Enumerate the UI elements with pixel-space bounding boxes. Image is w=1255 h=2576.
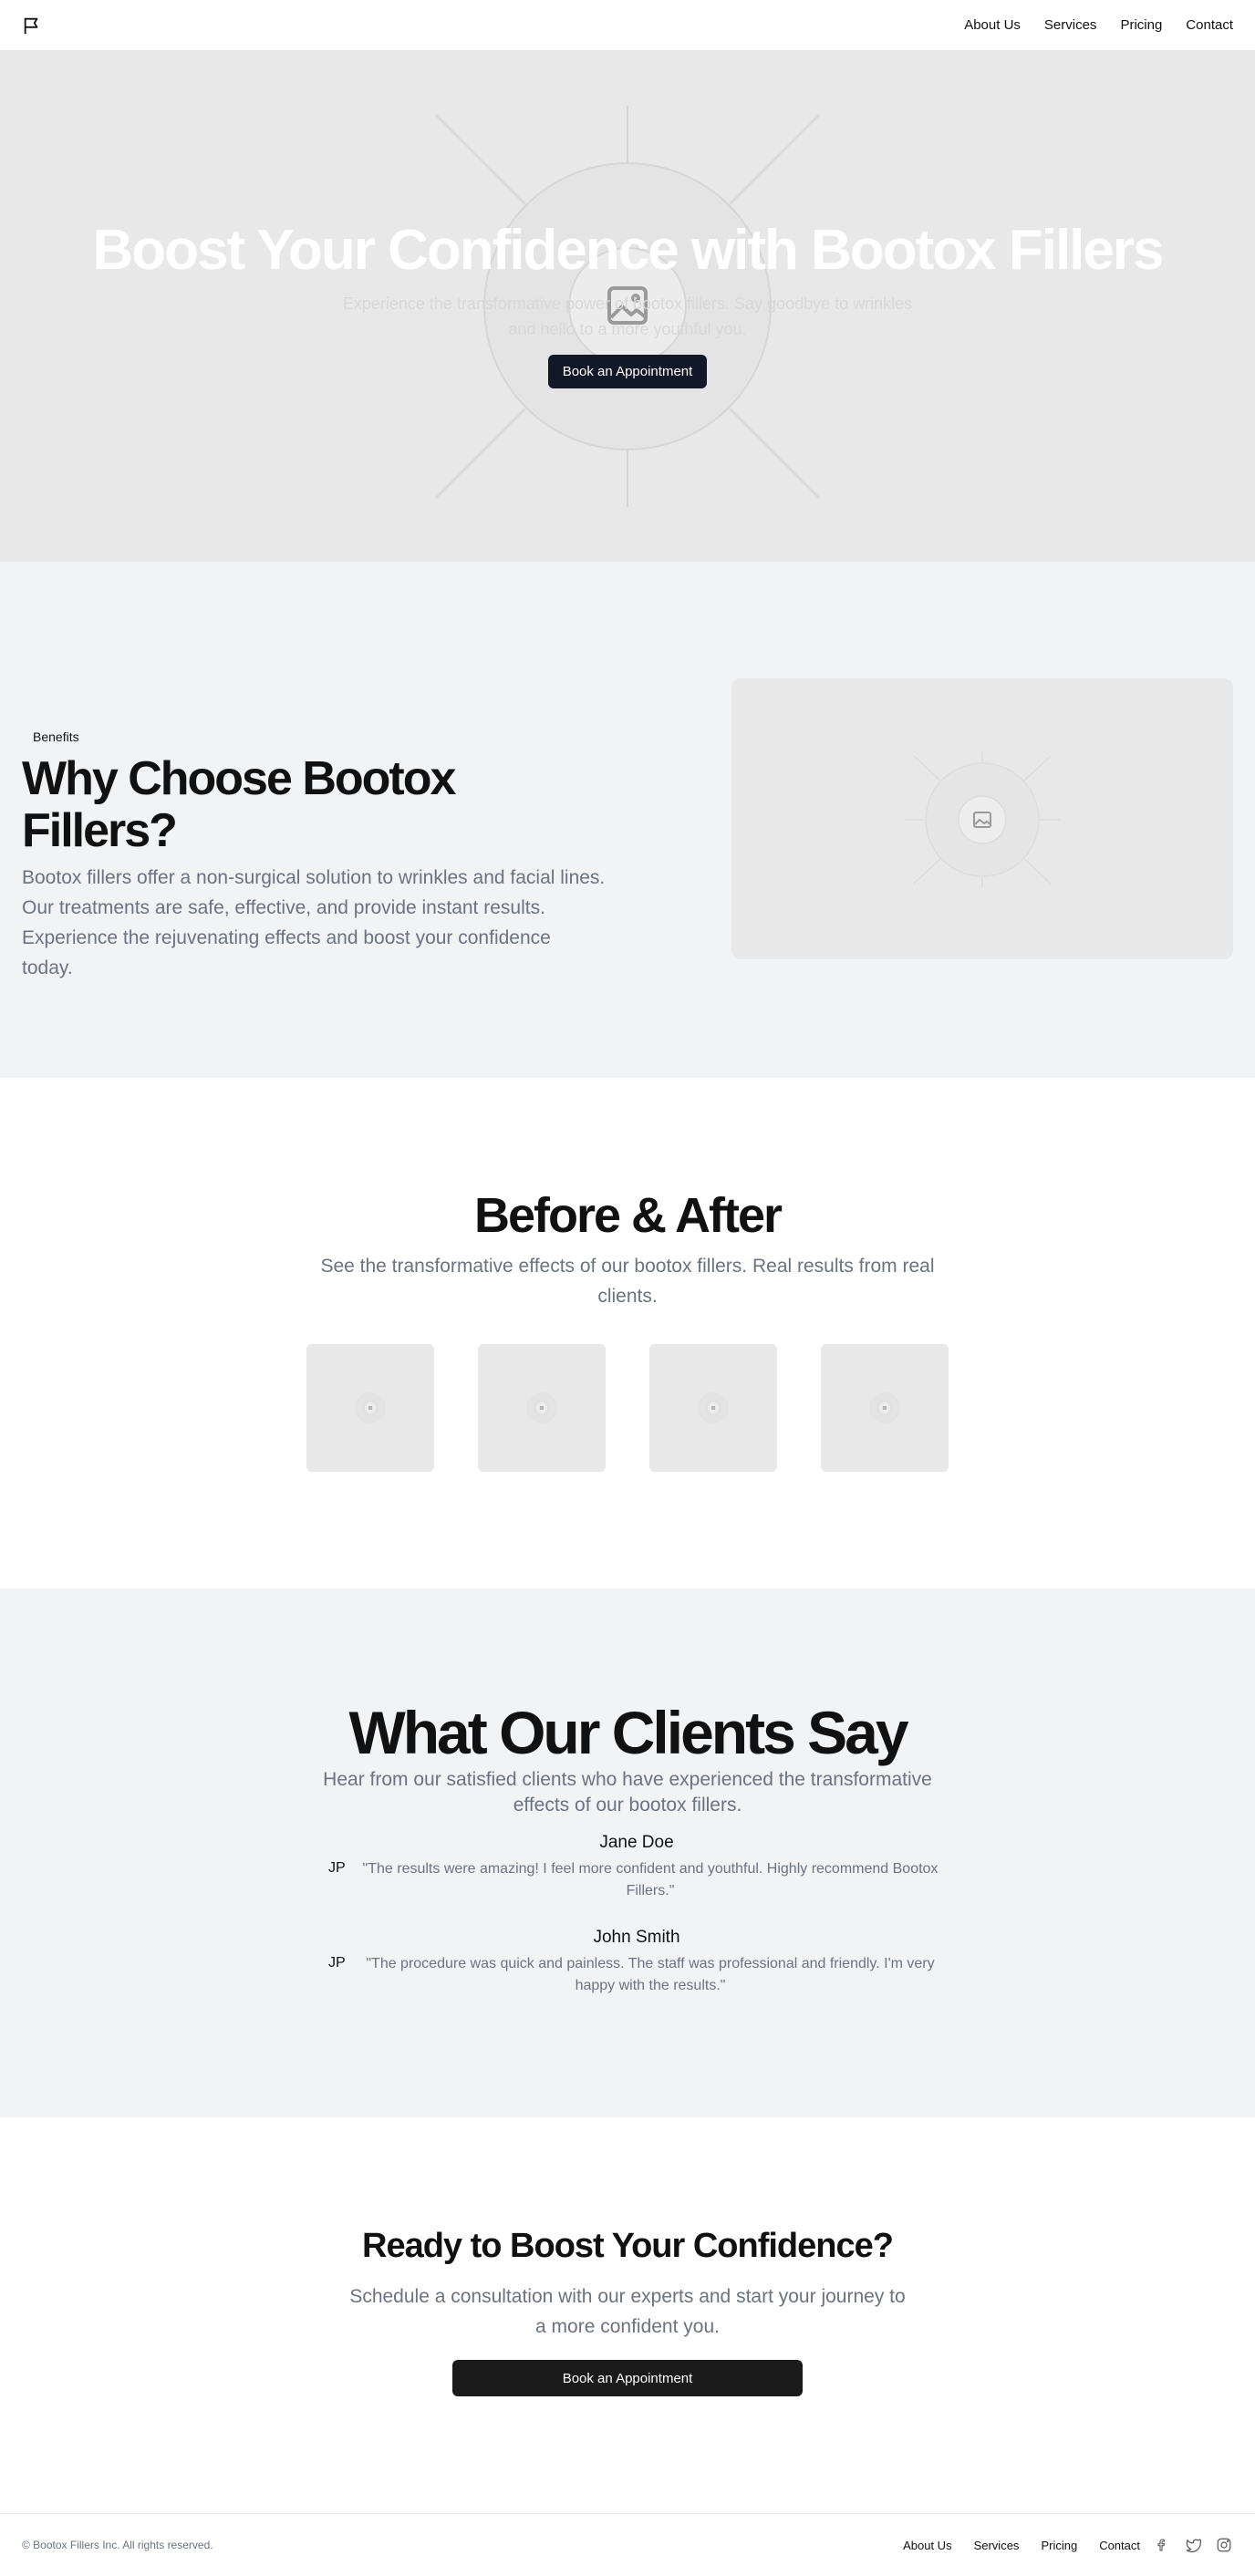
footer-link-services[interactable]: Services [974,2539,1020,2552]
cta-description: Schedule a consultation with our experts… [349,2286,906,2337]
hero-book-button[interactable]: Book an Appointment [547,355,708,389]
cta-title: Ready to Boost Your Confidence? [362,2227,894,2265]
footer-link-about-us[interactable]: About Us [903,2539,951,2552]
testimonial-name: Jane Doe [599,1833,674,1852]
twitter-icon[interactable] [1184,2536,1202,2554]
gallery-image-placeholder [478,1344,606,1472]
nav-services[interactable]: Services [1044,17,1097,33]
nav-contact[interactable]: Contact [1186,17,1233,33]
site-footer: © Bootox Fillers Inc. All rights reserve… [0,2513,1255,2576]
facebook-icon[interactable] [1153,2536,1171,2554]
testimonial-quote: "The procedure was quick and painless. T… [366,1956,935,1993]
before-after-gallery [306,1344,949,1472]
benefits-image-placeholder [731,678,1233,959]
before-after-section: Before & After See the transformative ef… [0,1078,1255,1588]
benefits-section: Benefits Why Choose Bootox Fillers? Boot… [0,562,1255,1078]
instagram-icon[interactable] [1215,2536,1233,2554]
gallery-image-placeholder [821,1344,949,1472]
before-after-description: See the transformative effects of our bo… [320,1256,935,1307]
cta-section: Ready to Boost Your Confidence? Schedule… [0,2117,1255,2513]
footer-nav: About Us Services Pricing Contact [903,2536,1233,2554]
benefits-text: Benefits Why Choose Bootox Fillers? Boot… [22,726,606,983]
testimonials-description: Hear from our satisfied clients who have… [323,1769,932,1816]
hero-subtitle: Experience the transformative power of b… [342,295,913,339]
testimonials-section: What Our Clients Say Hear from our satis… [0,1588,1255,2117]
hero-title: Boost Your Confidence with Bootox Filler… [92,219,1165,282]
cta-book-button[interactable]: Book an Appointment [452,2360,803,2396]
site-header: About Us Services Pricing Contact [0,0,1255,51]
footer-link-contact[interactable]: Contact [1099,2539,1140,2552]
testimonials-title: What Our Clients Say [348,1699,908,1766]
testimonial-name: John Smith [593,1928,680,1947]
testimonial-quote: "The results were amazing! I feel more c… [362,1861,939,1898]
flag-icon[interactable] [22,15,44,36]
benefits-description: Bootox fillers offer a non-surgical solu… [22,867,606,979]
benefits-pill: Benefits [22,726,90,748]
before-after-title: Before & After [473,1188,783,1243]
footer-link-pricing[interactable]: Pricing [1041,2539,1077,2552]
testimonial-card: JP Jane Doe "The results were amazing! I… [328,1833,945,1902]
testimonial-card: JP John Smith "The procedure was quick a… [328,1928,945,1997]
hero-section: Boost Your Confidence with Bootox Filler… [0,51,1255,562]
nav-about-us[interactable]: About Us [964,17,1021,33]
main-nav: About Us Services Pricing Contact [964,17,1233,33]
gallery-image-placeholder [306,1344,434,1472]
avatar: JP [328,1860,346,1876]
nav-pricing[interactable]: Pricing [1120,17,1162,33]
gallery-image-placeholder [649,1344,777,1472]
avatar: JP [328,1955,346,1971]
social-links: Contact [1099,2536,1233,2554]
hero-content: Boost Your Confidence with Bootox Filler… [0,219,1255,389]
copyright-text: © Bootox Fillers Inc. All rights reserve… [22,2539,213,2551]
benefits-title: Why Choose Bootox Fillers? [22,752,456,858]
